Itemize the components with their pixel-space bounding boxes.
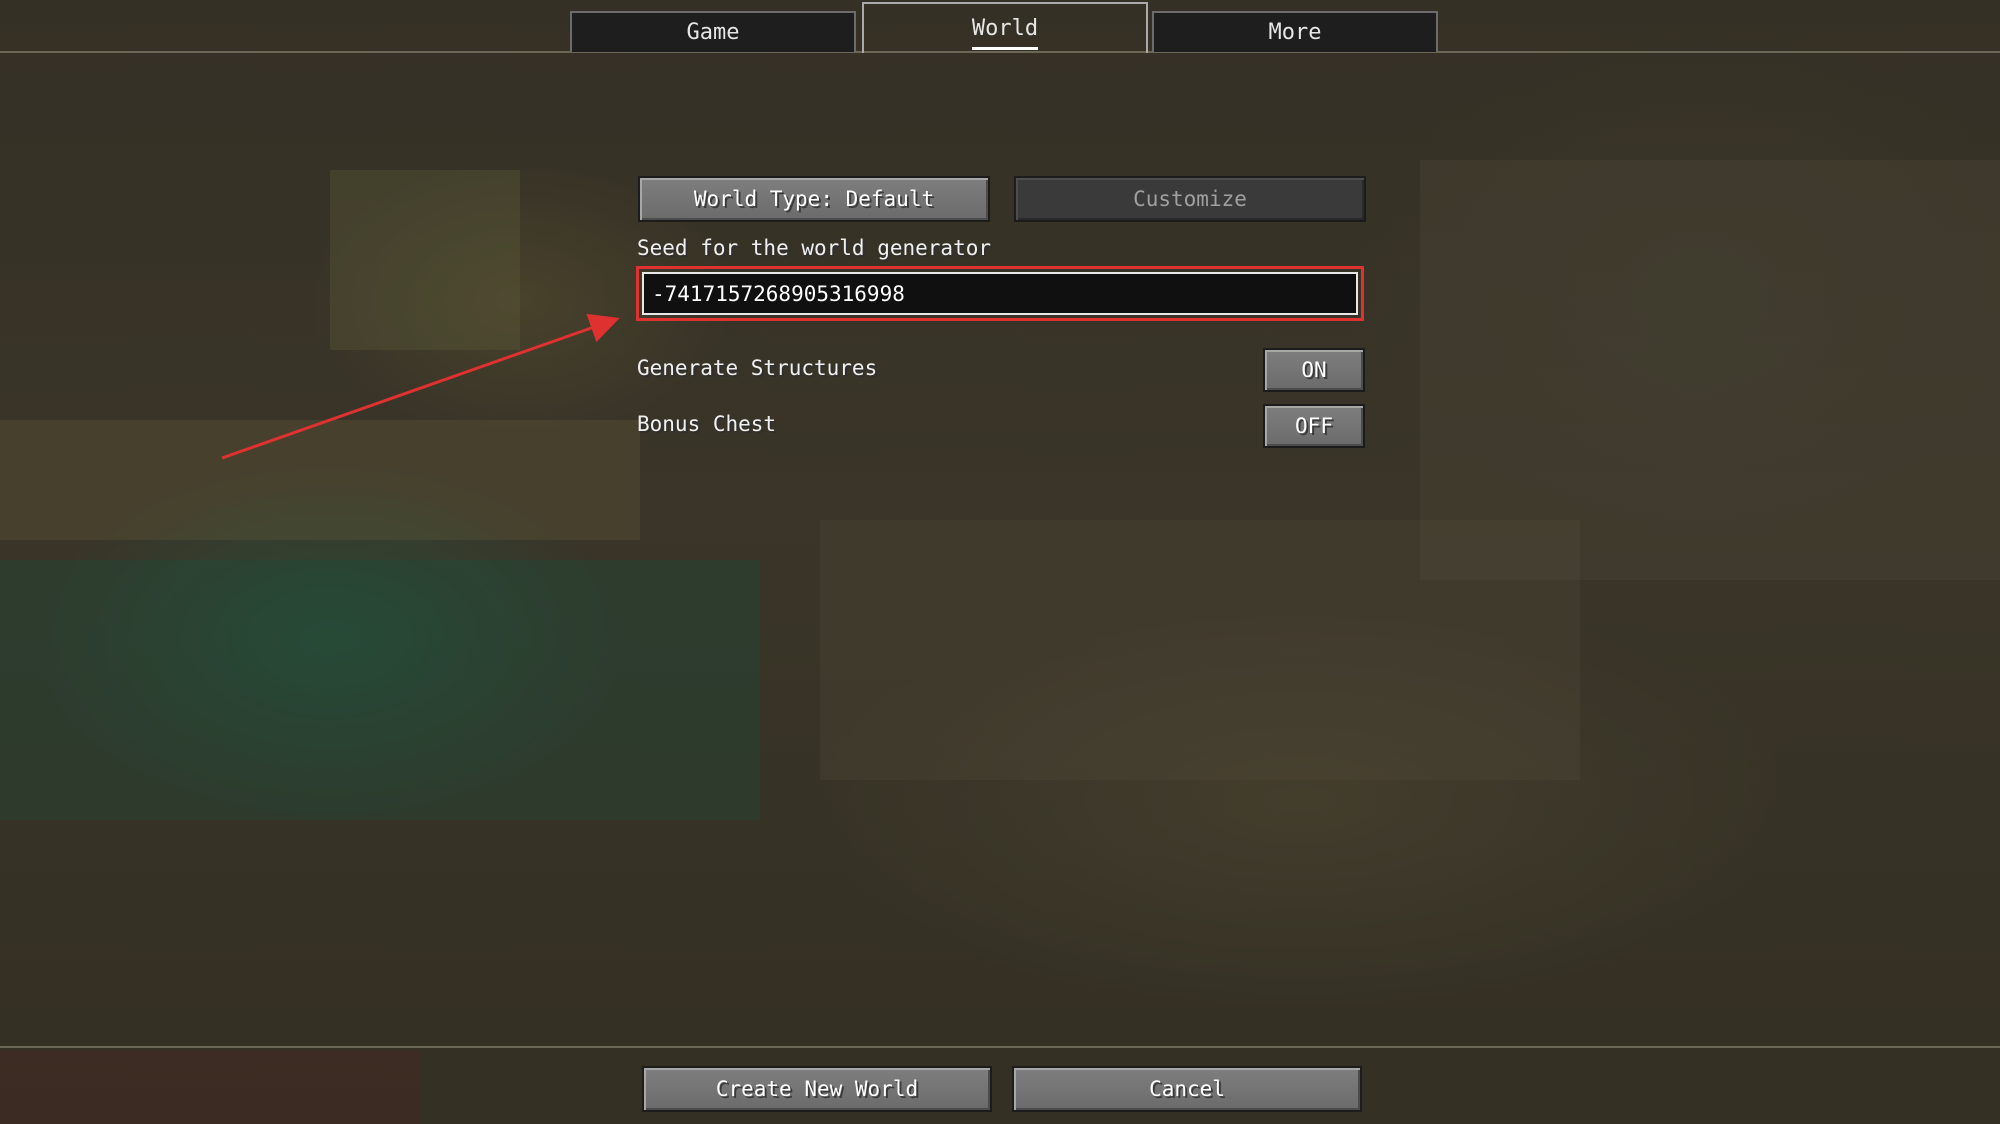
bonus-chest-label: Bonus Chest xyxy=(637,412,777,436)
tab-bar: Game World More xyxy=(0,0,2000,53)
footer-bar xyxy=(0,1046,2000,1124)
tab-world-label: World xyxy=(971,16,1039,50)
tab-game[interactable]: Game xyxy=(570,11,856,52)
generate-structures-label: Generate Structures xyxy=(637,356,878,380)
cancel-button[interactable]: Cancel xyxy=(1012,1066,1362,1112)
tab-game-label: Game xyxy=(686,20,740,45)
seed-label: Seed for the world generator xyxy=(637,236,992,260)
world-type-button[interactable]: World Type: Default xyxy=(638,176,990,222)
seed-highlight-box: -7417157268905316998 xyxy=(636,266,1364,321)
tab-world[interactable]: World xyxy=(862,2,1148,53)
tab-more-label: More xyxy=(1268,20,1322,45)
seed-input[interactable]: -7417157268905316998 xyxy=(642,272,1358,315)
create-new-world-button[interactable]: Create New World xyxy=(642,1066,992,1112)
generate-structures-toggle[interactable]: ON xyxy=(1263,348,1365,392)
bonus-chest-toggle[interactable]: OFF xyxy=(1263,404,1365,448)
customize-button[interactable]: Customize xyxy=(1014,176,1366,222)
tab-more[interactable]: More xyxy=(1152,11,1438,52)
background-dim-overlay xyxy=(0,0,2000,1124)
